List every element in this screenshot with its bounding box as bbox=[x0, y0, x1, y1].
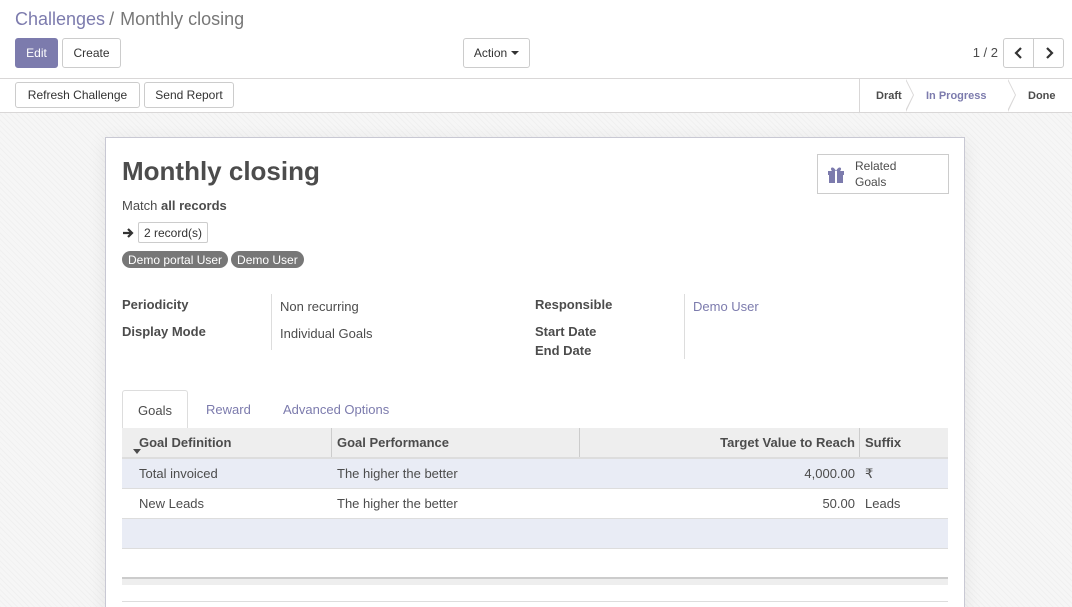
breadcrumb: Challenges / Monthly closing bbox=[15, 9, 244, 30]
suffix-cell: Leads bbox=[865, 496, 901, 511]
breadcrumb-challenges-link[interactable]: Challenges bbox=[15, 9, 105, 29]
field-separator bbox=[684, 294, 685, 359]
refresh-challenge-button[interactable]: Refresh Challenge bbox=[15, 82, 140, 108]
notebook-tabs: Goals Reward Advanced Options bbox=[122, 390, 948, 430]
action-label: Action bbox=[473, 46, 508, 60]
users-tags: Demo portal User Demo User bbox=[122, 251, 304, 268]
stage-arrow bbox=[905, 79, 914, 112]
arrow-right-icon bbox=[123, 227, 134, 238]
display-mode-label: Display Mode bbox=[122, 324, 206, 339]
stage-in-progress-label: In Progress bbox=[926, 89, 987, 102]
stage-arrow bbox=[1007, 79, 1016, 112]
stage-done-label: Done bbox=[1028, 89, 1056, 102]
pager-previous-button[interactable] bbox=[1003, 38, 1034, 68]
responsible-value[interactable]: Demo User bbox=[693, 299, 759, 314]
statusbar: Draft In Progress Done bbox=[859, 79, 1072, 112]
col-suffix[interactable]: Suffix bbox=[865, 428, 901, 457]
chevron-right-icon bbox=[1045, 47, 1054, 59]
table-row[interactable]: Total invoiced The higher the better 4,0… bbox=[122, 459, 948, 489]
records-row: 2 record(s) bbox=[122, 222, 209, 243]
gift-icon bbox=[826, 164, 846, 184]
domain-value: all records bbox=[161, 198, 227, 213]
column-separator bbox=[331, 428, 332, 457]
col-goal-definition[interactable]: Goal Definition bbox=[139, 428, 231, 457]
goal-definition-cell: New Leads bbox=[139, 496, 205, 511]
pager-next-button[interactable] bbox=[1033, 38, 1064, 68]
target-value-cell: 4,000.00 bbox=[804, 466, 855, 481]
user-tag[interactable]: Demo portal User bbox=[122, 251, 229, 268]
empty-table-row[interactable] bbox=[122, 519, 948, 549]
stage-draft[interactable]: Draft bbox=[860, 79, 914, 112]
section-divider bbox=[122, 601, 948, 602]
goal-definition-cell: Total invoiced bbox=[139, 466, 218, 481]
control-panel: Challenges / Monthly closing Edit Create A… bbox=[0, 0, 1072, 79]
caret-down-icon bbox=[511, 51, 520, 55]
related-goals-label: Related Goals bbox=[855, 158, 915, 190]
send-report-button[interactable]: Send Report bbox=[144, 82, 234, 108]
action-dropdown[interactable]: Action bbox=[463, 38, 530, 68]
pager-value[interactable]: 1 / 2 bbox=[973, 45, 998, 60]
responsible-label: Responsible bbox=[535, 297, 613, 312]
chevron-left-icon bbox=[1013, 47, 1022, 59]
stage-in-progress[interactable]: In Progress bbox=[906, 79, 1016, 112]
user-tag[interactable]: Demo User bbox=[231, 251, 304, 268]
breadcrumb-current: Monthly closing bbox=[120, 9, 245, 29]
form-status-header: Refresh Challenge Send Report Draft In P… bbox=[0, 79, 1072, 113]
periodicity-label: Periodicity bbox=[122, 297, 189, 312]
target-value-cell: 50.00 bbox=[822, 496, 855, 511]
domain-prefix: Match bbox=[122, 198, 158, 213]
challenge-title: Monthly closing bbox=[122, 156, 320, 186]
suffix-cell: ₹ bbox=[865, 465, 874, 481]
goals-table-header: Goal Definition Goal Performance Target … bbox=[122, 428, 948, 459]
tab-advanced-options[interactable]: Advanced Options bbox=[268, 390, 404, 429]
domain-summary: Match all records bbox=[122, 198, 227, 213]
create-button[interactable]: Create bbox=[62, 38, 121, 68]
end-date-label: End Date bbox=[535, 343, 592, 358]
edit-button[interactable]: Edit bbox=[15, 38, 58, 68]
start-date-label: Start Date bbox=[535, 324, 597, 339]
breadcrumb-separator: / bbox=[109, 9, 115, 29]
goals-table-footer bbox=[122, 577, 948, 585]
goal-performance-cell: The higher the better bbox=[337, 496, 458, 511]
tab-reward[interactable]: Reward bbox=[191, 390, 266, 429]
related-goals-label-line1: Related bbox=[855, 159, 897, 173]
col-goal-performance[interactable]: Goal Performance bbox=[337, 428, 449, 457]
tab-goals[interactable]: Goals bbox=[122, 390, 188, 430]
goals-table: Goal Definition Goal Performance Target … bbox=[122, 428, 948, 549]
field-separator bbox=[271, 294, 272, 350]
col-target-value[interactable]: Target Value to Reach bbox=[580, 428, 855, 457]
related-goals-button[interactable]: Related Goals bbox=[817, 154, 949, 194]
related-goals-label-line2: Goals bbox=[855, 175, 887, 189]
records-count-button[interactable]: 2 record(s) bbox=[138, 222, 209, 243]
periodicity-value: Non recurring bbox=[280, 299, 359, 314]
table-row[interactable]: New Leads The higher the better 50.00 Le… bbox=[122, 489, 948, 519]
goal-performance-cell: The higher the better bbox=[337, 466, 458, 481]
stage-draft-label: Draft bbox=[876, 89, 902, 102]
stage-done[interactable]: Done bbox=[1008, 79, 1072, 112]
column-separator bbox=[859, 428, 860, 457]
display-mode-value: Individual Goals bbox=[280, 326, 373, 341]
